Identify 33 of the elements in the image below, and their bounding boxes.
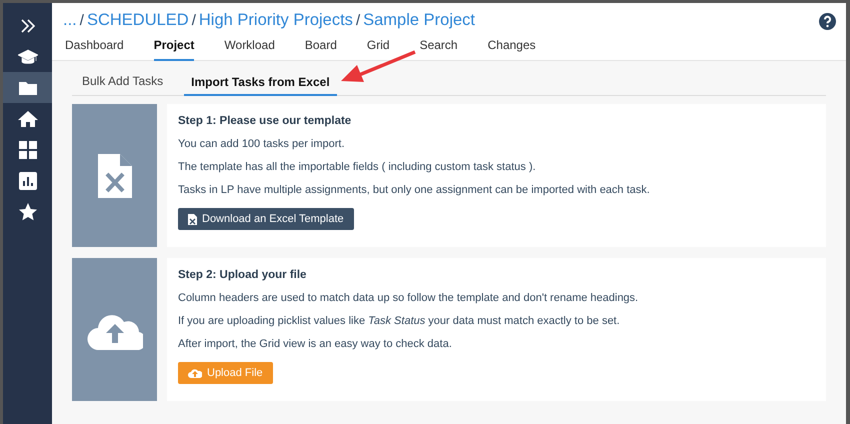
sidebar-item[interactable]	[3, 72, 52, 103]
tab[interactable]: Search	[420, 36, 458, 60]
step-text: Tasks in LP have multiple assignments, but only one assignment can be imported with each task.	[178, 184, 651, 196]
step-text: Column headers are used to match data up so follow the template and don't rename headings.	[178, 292, 640, 304]
file-excel-icon	[98, 154, 132, 198]
breadcrumb-link[interactable]: Sample Project	[363, 11, 475, 30]
breadcrumb-separator: /	[192, 12, 196, 29]
tab[interactable]: Grid	[366, 36, 390, 60]
step-text: You can add 100 tasks per import.	[178, 138, 346, 150]
tab[interactable]: Dashboard	[65, 36, 124, 60]
tab[interactable]: Workload	[224, 36, 275, 60]
step-title: Step 2: Upload your file	[178, 269, 308, 281]
help-icon[interactable]	[819, 13, 836, 30]
breadcrumb-link[interactable]: High Priority Projects	[198, 11, 353, 30]
step-title: Step 1: Please use our template	[178, 115, 352, 127]
cloud-upload-icon	[188, 368, 202, 378]
tab[interactable]: Changes	[488, 36, 536, 60]
home-icon	[18, 108, 38, 128]
tab[interactable]: Board	[304, 36, 337, 60]
download-button[interactable]: Download an Excel Template	[178, 208, 354, 230]
breadcrumb-link[interactable]: ...	[63, 11, 77, 30]
breadcrumb-separator: /	[356, 12, 360, 29]
breadcrumb-link[interactable]: SCHEDULED	[86, 11, 189, 30]
step-text: The template has all the importable fields ( including custom task status ).	[178, 161, 537, 173]
breadcrumb-separator: /	[80, 12, 84, 29]
star-icon	[18, 202, 38, 222]
tab[interactable]: Import Tasks from Excel	[184, 68, 337, 96]
file-icon	[188, 214, 197, 224]
chart-icon	[18, 170, 38, 190]
step-text: If you are uploading picklist values like Task Status your data must match exactly to be set.	[178, 315, 621, 327]
tab[interactable]: Bulk Add Tasks	[75, 67, 170, 95]
step-text: After import, the Grid view is an easy way to check data.	[178, 338, 453, 350]
grid-icon	[18, 140, 38, 160]
